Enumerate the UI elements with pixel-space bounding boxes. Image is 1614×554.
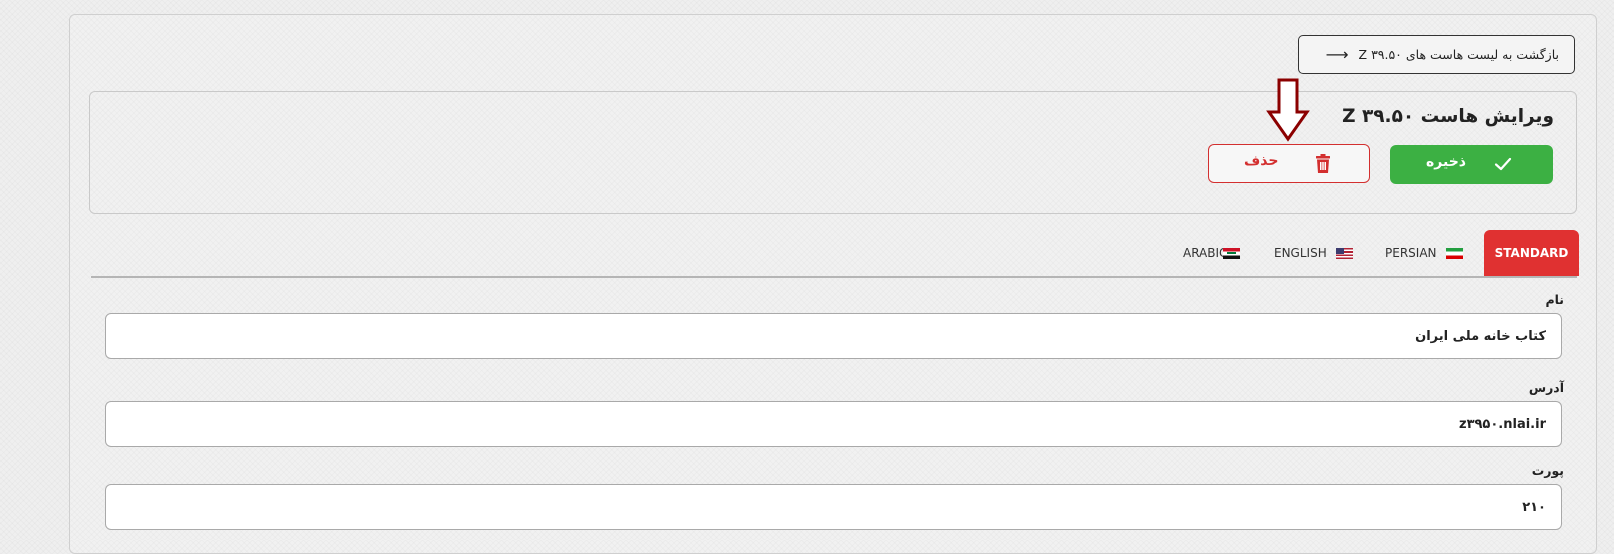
back-label: بازگشت به لیست هاست های Z ۳۹.۵۰ — [1358, 47, 1559, 62]
port-label: پورت — [1531, 463, 1564, 478]
address-label: آدرس — [1528, 380, 1564, 395]
name-label: نام — [1545, 292, 1564, 307]
address-input[interactable] — [105, 401, 1562, 447]
tab-persian[interactable]: PERSIAN — [1385, 230, 1463, 276]
tab-english[interactable]: ENGLISH — [1274, 230, 1353, 276]
tabs-divider — [91, 276, 1577, 278]
back-to-host-list-button[interactable]: بازگشت به لیست هاست های Z ۳۹.۵۰ ⟶ — [1298, 35, 1575, 74]
save-button[interactable]: ذخیره — [1390, 145, 1553, 184]
iraq-flag-icon — [1223, 247, 1241, 259]
delete-label: حذف — [1244, 153, 1279, 169]
usa-flag-icon — [1335, 247, 1353, 259]
tab-standard[interactable]: STANDARD — [1484, 230, 1579, 276]
iran-flag-icon — [1445, 247, 1463, 259]
page-title: ویرایش هاست Z ۳۹.۵۰ — [1342, 106, 1554, 127]
port-input[interactable] — [105, 484, 1562, 530]
arrow-right-icon: ⟶ — [1325, 44, 1349, 64]
save-label: ذخیره — [1426, 154, 1466, 170]
trash-icon — [1316, 154, 1330, 173]
tab-persian-label: PERSIAN — [1385, 246, 1437, 260]
tab-arabic[interactable]: ARABIC — [1183, 230, 1241, 276]
checkmark-icon — [1494, 157, 1512, 171]
down-arrow-icon — [1266, 78, 1310, 142]
tab-english-label: ENGLISH — [1274, 246, 1327, 260]
name-input[interactable] — [105, 313, 1562, 359]
tab-arabic-label: ARABIC — [1183, 246, 1228, 260]
tab-standard-label: STANDARD — [1494, 246, 1569, 260]
delete-button[interactable]: حذف — [1208, 144, 1370, 183]
